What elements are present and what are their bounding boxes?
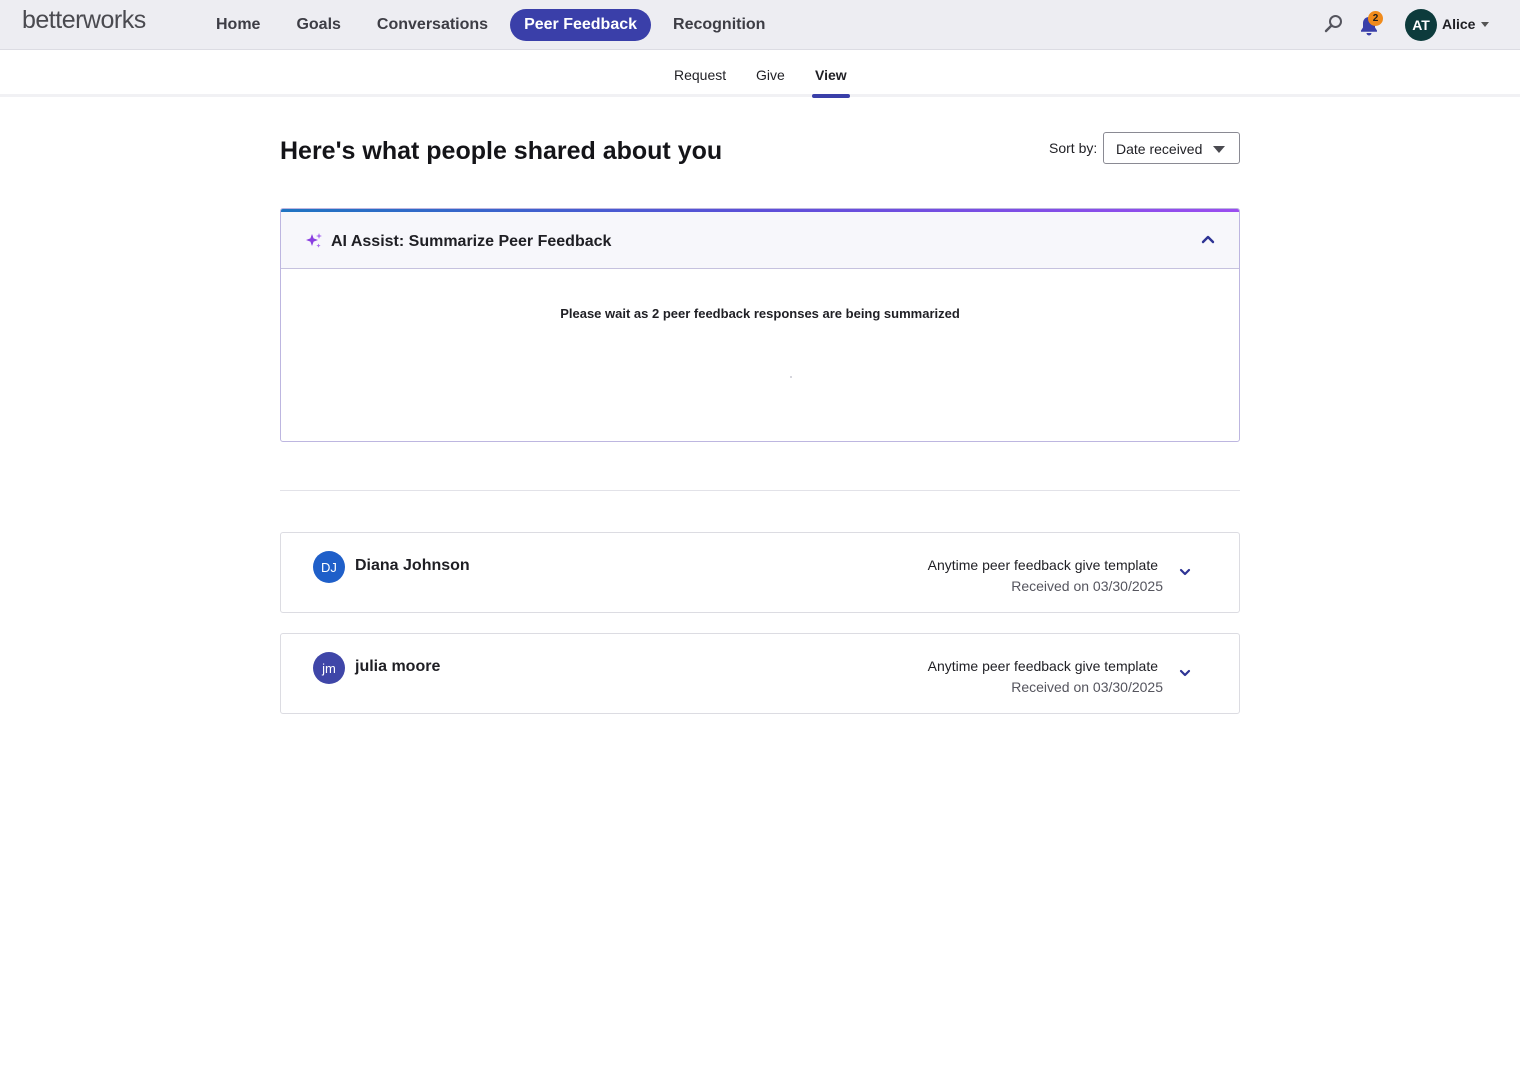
chevron-down-icon[interactable] [1179,566,1191,578]
chevron-up-icon[interactable] [1201,232,1215,246]
feedback-giver-name: julia moore [355,658,441,675]
betterworks-logo[interactable]: betterworks [22,6,146,35]
nav-item-peer-feedback[interactable]: Peer Feedback [510,9,652,41]
feedback-received-date: Received on 03/30/2025 [1011,679,1163,695]
sparkle-icon [306,233,322,248]
chevron-down-icon[interactable] [1179,667,1191,679]
feedback-received-date: Received on 03/30/2025 [1011,578,1163,594]
ai-assist-header[interactable]: AI Assist: Summarize Peer Feedback [281,212,1239,269]
page-title: Here's what people shared about you [280,137,723,165]
nav-item-recognition[interactable]: Recognition [659,9,779,41]
peer-feedback-subnav: Request Give View [0,50,1520,97]
sort-dropdown[interactable]: Date received [1103,132,1240,164]
ai-summary-status: Please wait as 2 peer feedback responses… [560,306,960,321]
feedback-template-name: Anytime peer feedback give template [927,658,1158,674]
sort-selected-value: Date received [1116,141,1203,157]
top-navigation-bar: betterworks Home Goals Conversations Pee… [0,0,1520,50]
ai-assist-title: AI Assist: Summarize Peer Feedback [331,233,612,250]
active-tab-indicator [812,94,850,98]
feedback-template-name: Anytime peer feedback give template [927,557,1158,573]
dropdown-caret-icon [1213,146,1225,153]
nav-item-home[interactable]: Home [202,9,274,41]
user-avatar[interactable]: AT [1405,9,1437,41]
feedback-item[interactable]: jm julia moore Anytime peer feedback giv… [280,633,1240,714]
nav-item-goals[interactable]: Goals [282,9,354,41]
main-nav: Home Goals Conversations Peer Feedback R… [202,9,787,41]
feedback-giver-name: Diana Johnson [355,557,470,574]
user-name[interactable]: Alice [1442,16,1475,32]
search-icon[interactable] [1324,14,1344,34]
feedback-item[interactable]: DJ Diana Johnson Anytime peer feedback g… [280,532,1240,613]
loading-spinner [790,376,792,378]
tab-give[interactable]: Give [756,67,785,83]
avatar: jm [313,652,345,684]
ai-assist-panel: AI Assist: Summarize Peer Feedback Pleas… [280,208,1240,442]
user-menu-caret-icon[interactable] [1481,22,1489,27]
section-divider [280,490,1240,491]
sort-label: Sort by: [1049,140,1098,156]
nav-item-conversations[interactable]: Conversations [363,9,502,41]
tab-request[interactable]: Request [674,67,726,83]
avatar: DJ [313,551,345,583]
notification-count-badge: 2 [1368,11,1383,26]
tab-view[interactable]: View [815,67,847,83]
